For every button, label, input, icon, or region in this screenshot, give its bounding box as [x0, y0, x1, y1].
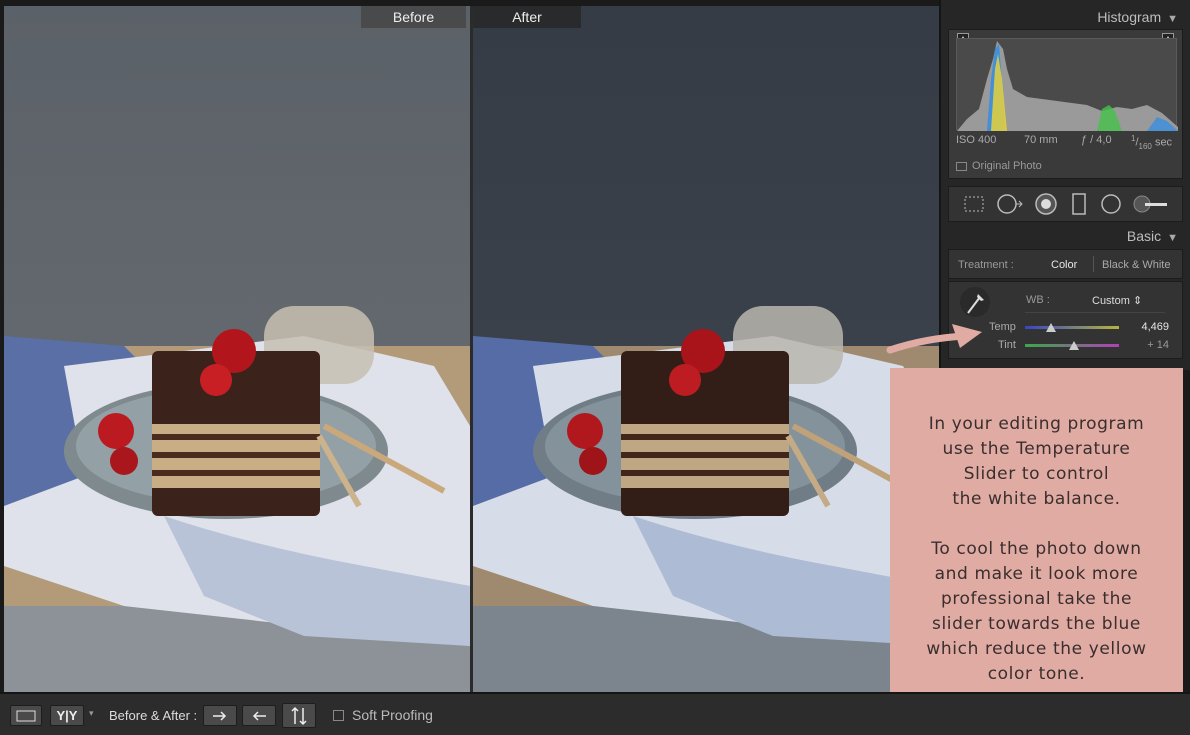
instruction-note: In your editing program use the Temperat…: [890, 368, 1183, 728]
before-photo: [4, 6, 470, 692]
before-photo-pane: Before: [4, 6, 470, 692]
swap-icon: [291, 706, 307, 725]
treatment-color-option[interactable]: Color: [1051, 259, 1077, 271]
note-paragraph-gap: [890, 512, 1183, 537]
soft-proofing-label[interactable]: Soft Proofing: [352, 707, 433, 723]
develop-right-panel: Histogram ▼ ISO 400 70 mm ƒ / 4,0 1/160 s…: [939, 0, 1190, 370]
collapse-triangle-icon[interactable]: ▼: [1167, 13, 1178, 25]
histogram-header[interactable]: Histogram ▼: [1097, 9, 1178, 25]
temp-label: Temp: [989, 321, 1016, 333]
temp-value[interactable]: 4,469: [1141, 321, 1169, 333]
histogram-title: Histogram: [1097, 9, 1162, 25]
crop-tool-icon[interactable]: [962, 194, 986, 214]
note-line: color tone.: [987, 664, 1086, 684]
note-line: Slider to control: [963, 464, 1110, 484]
loupe-view-button[interactable]: [10, 705, 42, 726]
treatment-divider: [1093, 256, 1094, 272]
tint-slider-thumb[interactable]: [1068, 341, 1079, 350]
wb-underline: [1025, 312, 1165, 313]
before-after-label: Before & After :: [109, 708, 198, 723]
shutter-speed-value: 1/160 sec: [1131, 134, 1173, 151]
histogram-graph: [957, 41, 1178, 131]
arrow-right-icon: [213, 710, 227, 721]
treatment-bw-option[interactable]: Black & White: [1102, 259, 1170, 271]
histogram-plot[interactable]: [956, 38, 1178, 131]
temp-slider-track[interactable]: [1025, 326, 1119, 329]
original-photo-toggle[interactable]: Original Photo: [956, 160, 1042, 172]
swap-before-after-button[interactable]: [282, 703, 316, 728]
before-after-view-button[interactable]: Y|Y: [50, 705, 84, 726]
basic-header[interactable]: Basic ▼: [1127, 228, 1178, 244]
note-line: slider towards the blue: [932, 614, 1141, 634]
tint-label: Tint: [998, 339, 1016, 351]
before-label: Before: [361, 6, 466, 28]
note-line: which reduce the yellow: [926, 639, 1147, 659]
red-eye-icon[interactable]: [1034, 192, 1058, 216]
loupe-icon: [16, 710, 36, 721]
temp-slider-thumb[interactable]: [1046, 323, 1057, 332]
iso-value: ISO 400: [956, 134, 997, 146]
collapse-triangle-icon[interactable]: ▼: [1167, 232, 1178, 244]
after-photo: [473, 6, 939, 692]
note-line: To cool the photo down: [931, 539, 1142, 559]
wb-label: WB :: [1026, 294, 1050, 306]
note-line: In your editing program: [928, 414, 1145, 434]
focal-length-value: 70 mm: [1024, 134, 1058, 146]
soft-proofing-checkbox[interactable]: [333, 710, 344, 721]
note-line: use the Temperature: [942, 439, 1131, 459]
basic-title: Basic: [1126, 228, 1162, 244]
after-label: After: [473, 6, 581, 28]
note-line: professional take the: [940, 589, 1133, 609]
wb-preset-select[interactable]: Custom ⇕: [1092, 294, 1142, 307]
copy-after-to-before-button[interactable]: [242, 705, 276, 726]
view-dropdown-icon[interactable]: ▾: [89, 708, 94, 719]
spot-removal-icon[interactable]: [996, 193, 1024, 215]
note-line: the white balance.: [952, 489, 1121, 509]
tint-value[interactable]: + 14: [1147, 339, 1169, 351]
radial-filter-icon[interactable]: [1099, 192, 1123, 216]
tool-strip: [948, 186, 1183, 222]
histogram-box: ISO 400 70 mm ƒ / 4,0 1/160 sec Original…: [948, 29, 1183, 179]
copy-before-to-after-button[interactable]: [203, 705, 237, 726]
adjustment-brush-icon[interactable]: [1133, 192, 1169, 216]
aperture-value: ƒ / 4,0: [1081, 134, 1112, 146]
note-line: and make it look more: [934, 564, 1139, 584]
eyedropper-icon[interactable]: [958, 285, 992, 319]
original-photo-checkbox[interactable]: [956, 161, 967, 171]
pointer-arrow-icon: [886, 324, 982, 354]
treatment-label: Treatment :: [958, 259, 1014, 271]
graduated-filter-icon[interactable]: [1069, 192, 1089, 216]
after-photo-pane: After: [473, 6, 939, 692]
original-photo-label: Original Photo: [972, 160, 1042, 172]
arrow-left-icon: [252, 710, 266, 721]
treatment-row: Treatment : Color Black & White: [948, 249, 1183, 279]
bottom-toolbar: Y|Y ▾ Before & After : Soft Proofing: [0, 692, 1190, 735]
